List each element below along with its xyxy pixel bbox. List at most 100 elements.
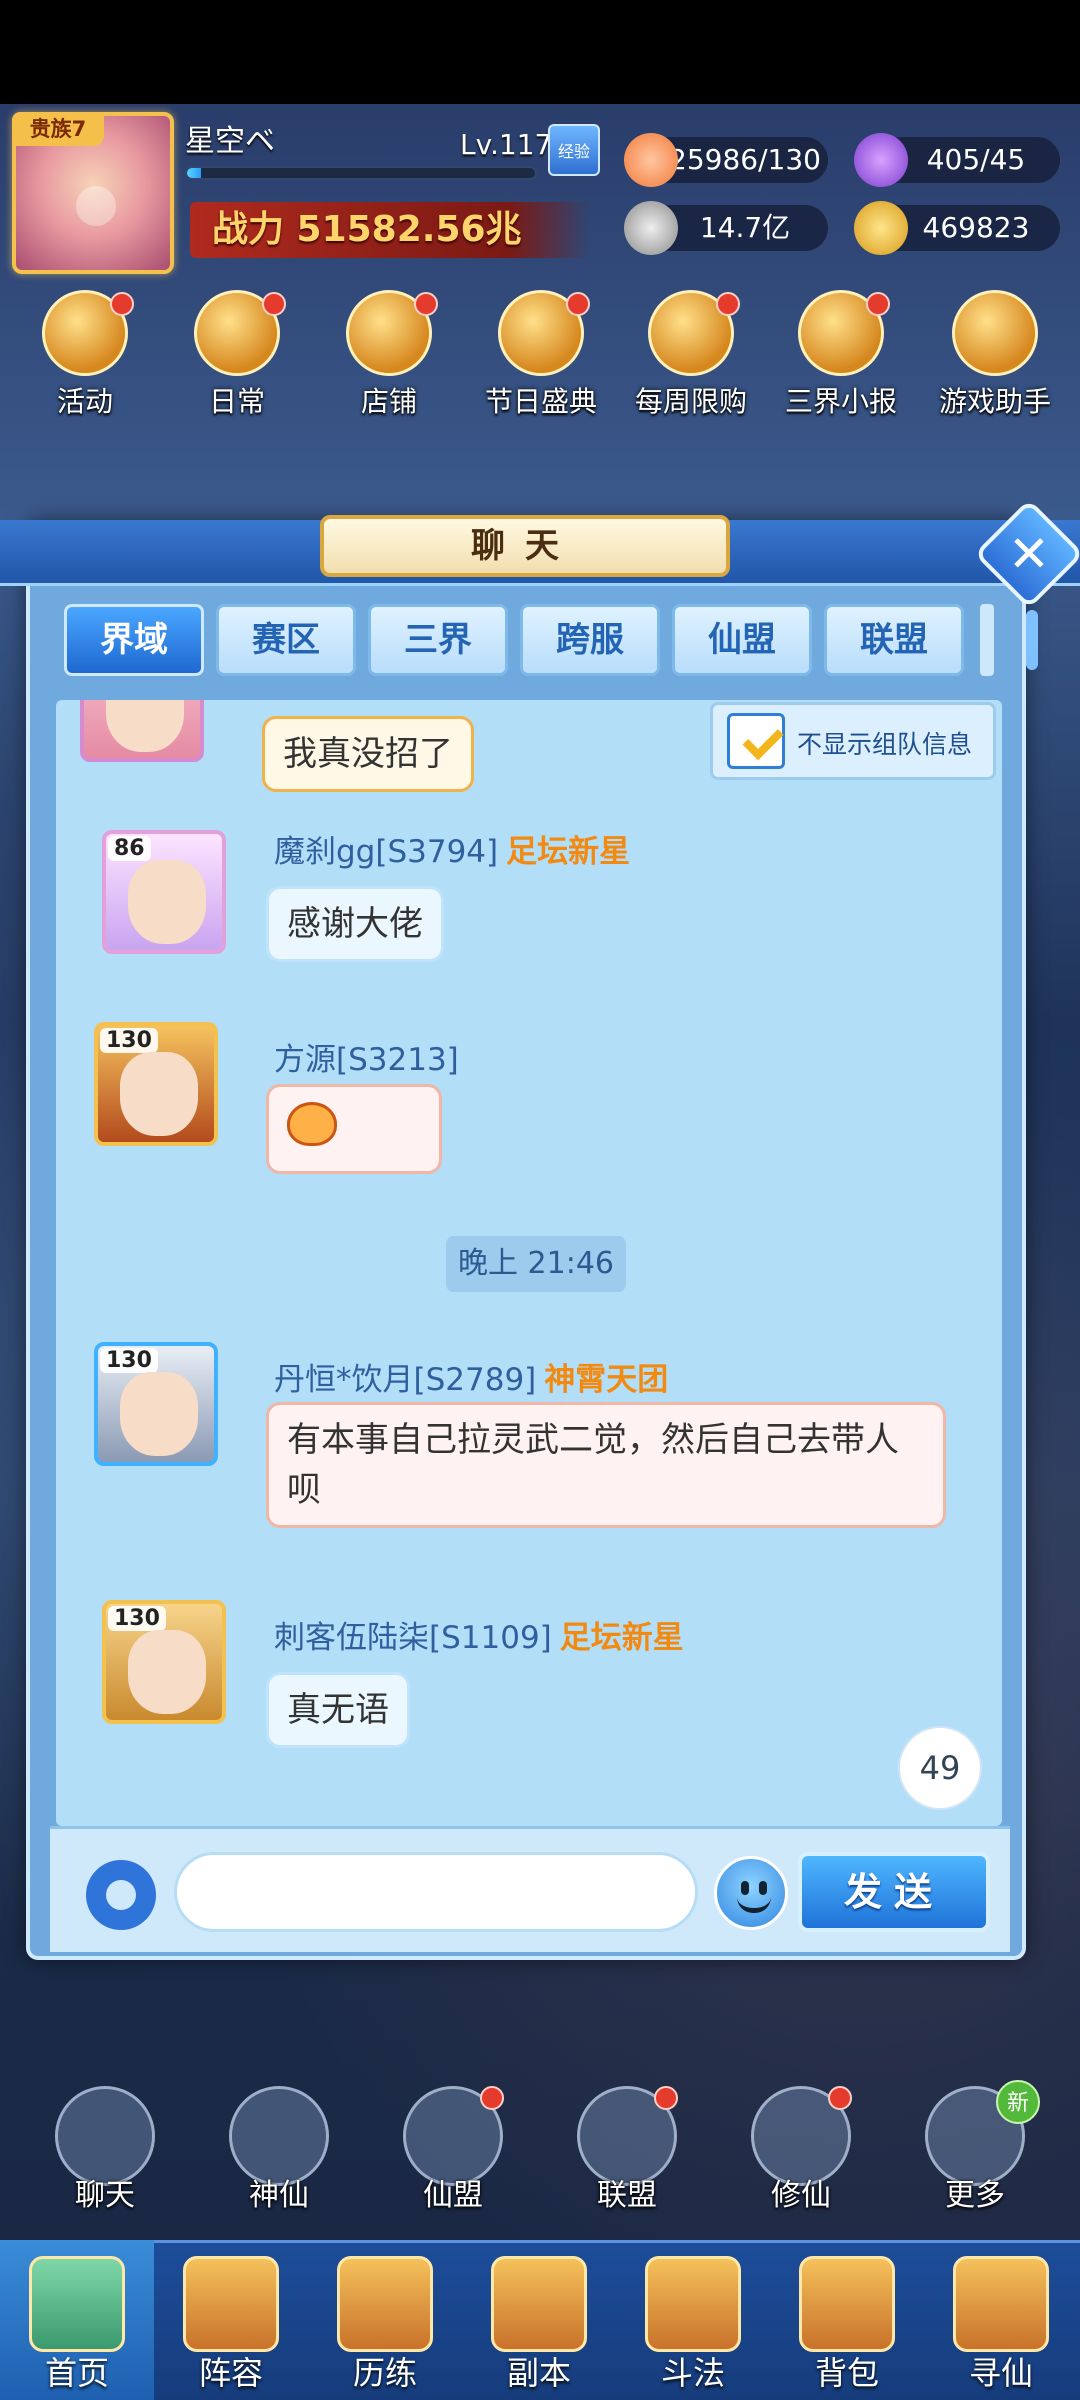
notification-dot <box>866 292 890 316</box>
send-button[interactable]: 发送 <box>798 1852 990 1932</box>
bm-more[interactable]: 更多 新 <box>910 2080 1040 2214</box>
menu-assistant[interactable]: 游戏助手 <box>920 290 1070 420</box>
sender-id: 刺客伍陆柒[S1109] <box>274 1620 552 1656</box>
checkbox[interactable] <box>727 713 785 769</box>
settings-button[interactable] <box>86 1860 156 1930</box>
status-bar <box>0 0 1080 104</box>
emoji-button[interactable] <box>714 1856 788 1930</box>
panel-pendant <box>1026 610 1038 670</box>
message-bubble[interactable]: 真无语 <box>266 1672 410 1748</box>
vip-badge: 贵族7 <box>12 112 104 146</box>
sender-avatar[interactable]: 86 <box>102 830 226 954</box>
tab-guild[interactable]: 仙盟 <box>672 604 812 676</box>
cards-icon <box>183 2256 279 2352</box>
bm-alliance[interactable]: 联盟 <box>562 2086 692 2214</box>
bag-icon <box>799 2256 895 2352</box>
nav-seek-immortal[interactable]: 寻仙 <box>924 2240 1078 2400</box>
resource-silver[interactable]: 14.7亿 <box>624 201 828 255</box>
sender-title: 神霄天团 <box>544 1362 669 1398</box>
tab-cross-server[interactable]: 跨服 <box>520 604 660 676</box>
nav-label: 首页 <box>44 2354 109 2392</box>
gold-value: 469823 <box>922 211 1030 244</box>
menu-weekly-limited[interactable]: 每周限购 <box>616 290 766 420</box>
peach-icon <box>624 133 678 187</box>
sender-avatar[interactable]: 130 <box>94 1342 218 1466</box>
bm-chat[interactable]: 聊天 <box>40 2086 170 2214</box>
resource-gold[interactable]: 469823 <box>854 201 1060 255</box>
sender-title: 足坛新星 <box>559 1620 684 1656</box>
menu-news[interactable]: 三界小报 <box>766 290 916 420</box>
menu-label: 店铺 <box>360 385 417 418</box>
message-bubble[interactable]: 有本事自己拉灵武二觉，然后自己去带人呗 <box>266 1402 946 1528</box>
nav-dungeon[interactable]: 副本 <box>462 2240 616 2400</box>
sender-name[interactable]: 刺客伍陆柒[S1109] 足坛新星 <box>274 1612 684 1657</box>
exp-label: 经验 <box>557 142 590 161</box>
nav-home[interactable]: 首页 <box>0 2240 154 2400</box>
notification-dot <box>110 292 134 316</box>
notification-dot <box>654 2086 678 2110</box>
avatar-level: 130 <box>100 1028 158 1053</box>
notification-dot <box>480 2086 504 2110</box>
resource-energy[interactable]: 405/45 <box>854 133 1060 187</box>
silver-value: 14.7亿 <box>699 211 791 244</box>
exp-bar <box>185 166 537 180</box>
tab-realm[interactable]: 界域 <box>64 604 204 676</box>
chat-input[interactable] <box>174 1852 698 1932</box>
bm-cultivation[interactable]: 修仙 <box>736 2086 866 2214</box>
message-bubble[interactable] <box>266 1084 442 1174</box>
nav-label: 副本 <box>506 2354 571 2392</box>
close-icon: ✕ <box>1008 525 1050 583</box>
exp-bar-fill <box>187 168 201 178</box>
combat-power: 战力 51582.56兆 <box>190 202 590 258</box>
coin-icon <box>624 201 678 255</box>
sender-name[interactable]: 丹恒*饮月[S2789] 神霄天团 <box>274 1354 668 1399</box>
menu-daily[interactable]: 日常 <box>162 290 312 420</box>
menu-label: 日常 <box>208 385 265 418</box>
message-bubble[interactable]: 我真没招了 <box>262 716 474 792</box>
player-name: 星空ベ <box>185 124 275 159</box>
home-island-icon <box>29 2256 125 2352</box>
bm-label: 聊天 <box>75 2178 135 2213</box>
nav-lineup[interactable]: 阵容 <box>154 2240 308 2400</box>
message-bubble[interactable]: 感谢大佬 <box>266 886 444 962</box>
sender-avatar[interactable]: 130 <box>94 1022 218 1146</box>
tab-alliance[interactable]: 联盟 <box>824 604 964 676</box>
menu-label: 每周限购 <box>634 385 747 418</box>
menu-label: 三界小报 <box>784 385 897 418</box>
bm-label: 联盟 <box>597 2178 657 2213</box>
bm-immortals[interactable]: 神仙 <box>214 2086 344 2214</box>
sender-avatar[interactable] <box>80 700 204 762</box>
smiley-mouth <box>737 1897 771 1913</box>
nav-label: 斗法 <box>660 2354 725 2392</box>
filter-label: 不显示组队信息 <box>797 730 973 759</box>
nav-training[interactable]: 历练 <box>308 2240 462 2400</box>
portrait-icon <box>120 1372 198 1456</box>
bm-label: 仙盟 <box>423 2178 483 2213</box>
sender-name[interactable]: 方源[S3213] <box>274 1034 459 1079</box>
avatar-level: 86 <box>108 836 151 861</box>
tab-three-realms[interactable]: 三界 <box>368 604 508 676</box>
notification-dot <box>262 292 286 316</box>
nav-label: 背包 <box>814 2354 879 2392</box>
bm-guild[interactable]: 仙盟 <box>388 2086 518 2214</box>
unread-count-badge[interactable]: 49 <box>898 1726 982 1810</box>
menu-label: 节日盛典 <box>484 385 597 418</box>
flame-icon <box>854 133 908 187</box>
sender-name[interactable]: 魔刹gg[S3794] 足坛新星 <box>274 826 630 871</box>
hide-team-info-toggle[interactable]: 不显示组队信息 <box>710 702 996 780</box>
menu-activity[interactable]: 活动 <box>10 290 160 420</box>
nav-battle[interactable]: 斗法 <box>616 2240 770 2400</box>
sender-avatar[interactable]: 130 <box>102 1600 226 1724</box>
exp-icon[interactable]: 经验 <box>548 124 600 176</box>
bottom-function-menu: 聊天 神仙 仙盟 联盟 修仙 更多 新 <box>0 2080 1080 2216</box>
tab-division[interactable]: 赛区 <box>216 604 356 676</box>
player-avatar[interactable]: 贵族7 <box>12 112 174 274</box>
menu-festival[interactable]: 节日盛典 <box>466 290 616 420</box>
resource-stamina[interactable]: 25986/130 <box>624 133 828 187</box>
chat-tabs: 界域 赛区 三界 跨服 仙盟 联盟 <box>64 604 994 676</box>
menu-shop[interactable]: 店铺 <box>314 290 464 420</box>
game-screen: 贵族7 星空ベ Lv.117 经验 战力 51582.56兆 25986/130… <box>0 0 1080 2400</box>
avatar-level: 130 <box>100 1348 158 1373</box>
new-badge: 新 <box>996 2080 1040 2124</box>
nav-bag[interactable]: 背包 <box>770 2240 924 2400</box>
